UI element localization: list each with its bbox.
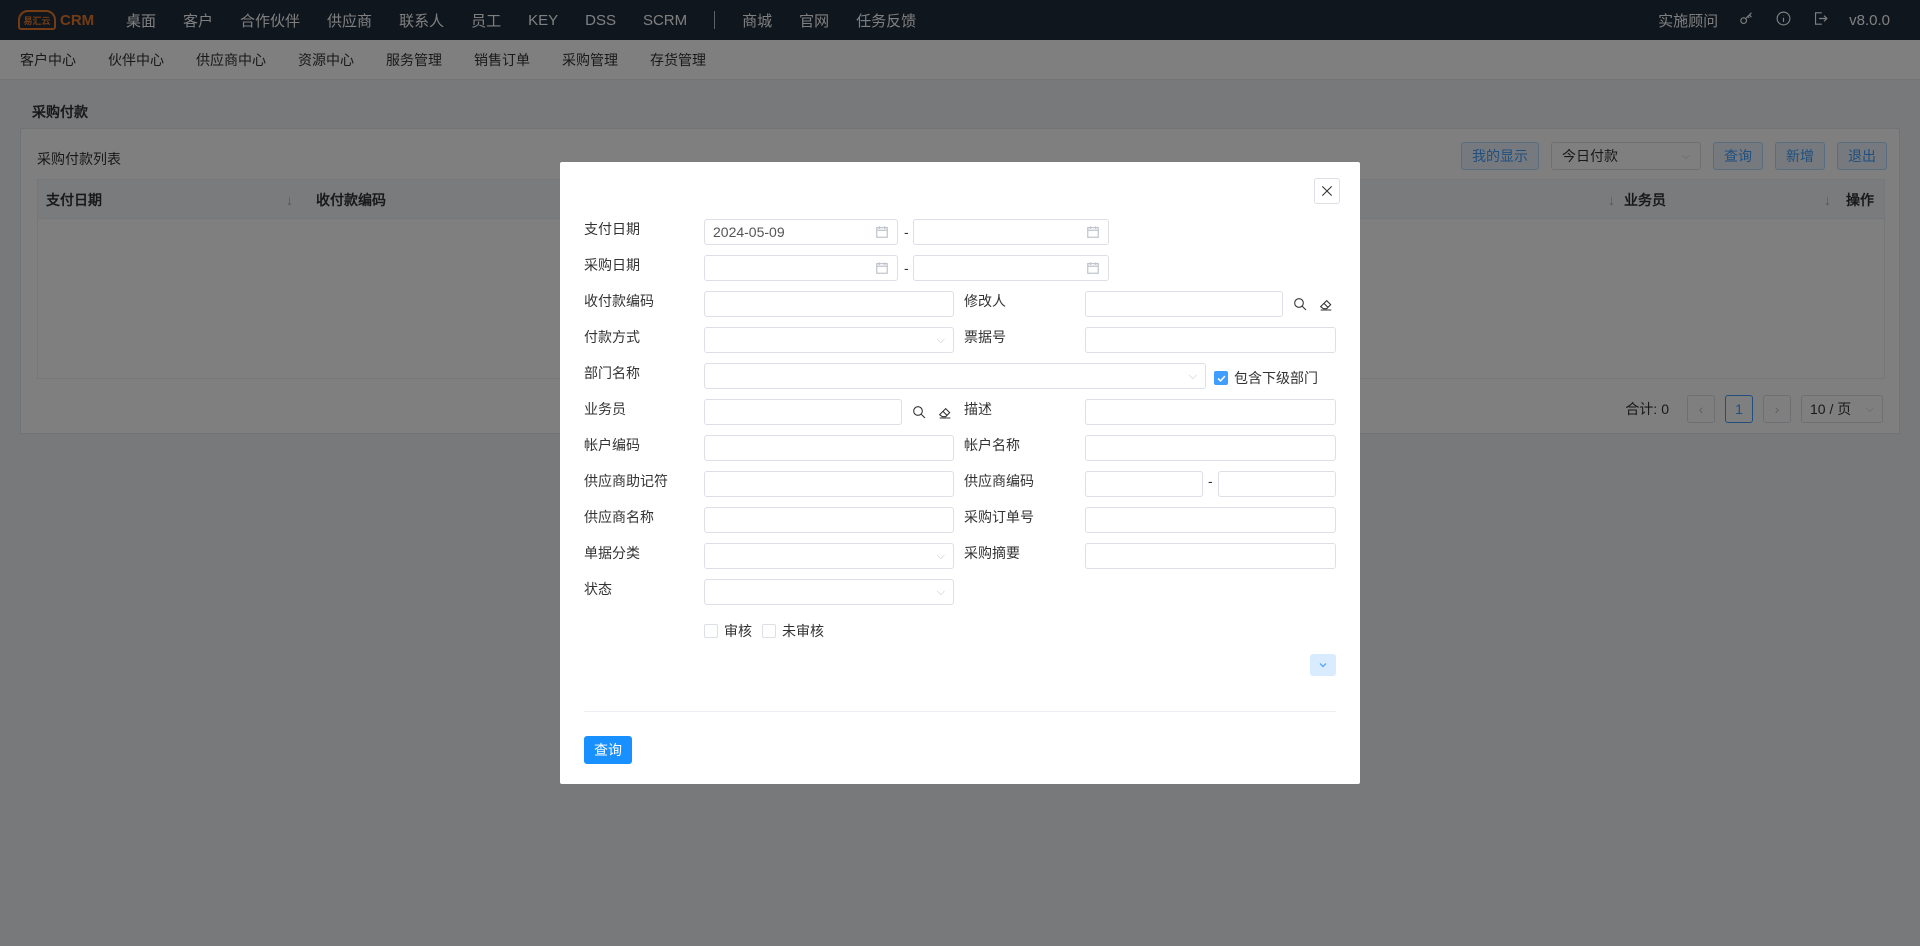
bill-category-label: 单据分类 (584, 545, 640, 561)
calendar-icon (876, 262, 888, 274)
purchase-date-label: 采购日期 (584, 257, 640, 273)
unaudited-label: 未审核 (782, 623, 824, 639)
supplier-name-input[interactable] (704, 507, 954, 533)
close-button[interactable] (1314, 178, 1340, 204)
supplier-code-from-input[interactable] (1085, 471, 1203, 497)
desc-input[interactable] (1085, 399, 1336, 425)
dialog-divider (584, 711, 1336, 712)
purchase-summary-input[interactable] (1085, 543, 1336, 569)
checkbox-unchecked[interactable] (762, 624, 776, 638)
supplier-mnemonic-label: 供应商助记符 (584, 473, 668, 489)
purchase-date-from-input[interactable] (704, 255, 898, 281)
po-no-label: 采购订单号 (964, 509, 1034, 525)
purchase-summary-label: 采购摘要 (964, 545, 1020, 561)
search-icon[interactable] (910, 403, 928, 421)
po-no-input[interactable] (1085, 507, 1336, 533)
salesman-input[interactable] (704, 399, 902, 425)
expand-button[interactable] (1310, 654, 1336, 676)
acct-name-label: 帐户名称 (964, 437, 1020, 453)
dept-select[interactable]: ⌵ (704, 363, 1206, 389)
bill-no-input[interactable] (1085, 327, 1336, 353)
salesman-label: 业务员 (584, 401, 626, 417)
code-input[interactable] (704, 291, 954, 317)
bill-category-select[interactable]: ⌵ (704, 543, 954, 569)
chevron-down-icon (1319, 663, 1327, 668)
acct-code-label: 帐户编码 (584, 437, 640, 453)
chevron-down-icon: ⌵ (936, 549, 945, 562)
chevron-down-icon: ⌵ (936, 333, 945, 346)
unaudited-checkbox[interactable]: 未审核 (762, 621, 824, 641)
audited-label: 审核 (724, 623, 752, 639)
date-range-separator: - (904, 224, 909, 240)
pay-method-select[interactable]: ⌵ (704, 327, 954, 353)
supplier-code-label: 供应商编码 (964, 473, 1034, 489)
purchase-date-to-input[interactable] (913, 255, 1109, 281)
pay-method-label: 付款方式 (584, 329, 640, 345)
code-range-separator: - (1208, 473, 1213, 489)
bill-no-label: 票据号 (964, 329, 1006, 345)
dialog-query-button[interactable]: 查询 (584, 736, 632, 764)
eraser-icon[interactable] (936, 403, 954, 421)
modifier-input[interactable] (1085, 291, 1283, 317)
pay-date-from-value: 2024-05-09 (713, 224, 785, 240)
audited-checkbox[interactable]: 审核 (704, 621, 752, 641)
date-range-separator: - (904, 260, 909, 276)
chevron-down-icon: ⌵ (936, 585, 945, 598)
close-icon (1321, 185, 1333, 197)
calendar-icon (1087, 226, 1099, 238)
supplier-mnemonic-input[interactable] (704, 471, 954, 497)
acct-name-input[interactable] (1085, 435, 1336, 461)
pay-date-from-input[interactable]: 2024-05-09 (704, 219, 898, 245)
checkbox-unchecked[interactable] (704, 624, 718, 638)
calendar-icon (1087, 262, 1099, 274)
pay-date-to-input[interactable] (913, 219, 1109, 245)
status-label: 状态 (584, 581, 612, 597)
chevron-down-icon: ⌵ (1188, 369, 1197, 382)
modifier-label: 修改人 (964, 293, 1006, 309)
include-sub-dept-label: 包含下级部门 (1234, 370, 1318, 386)
desc-label: 描述 (964, 401, 992, 417)
pay-date-label: 支付日期 (584, 221, 640, 237)
dept-label: 部门名称 (584, 365, 640, 381)
acct-code-input[interactable] (704, 435, 954, 461)
status-select[interactable]: ⌵ (704, 579, 954, 605)
search-icon[interactable] (1291, 295, 1309, 313)
include-sub-dept-checkbox[interactable]: 包含下级部门 (1214, 368, 1318, 388)
eraser-icon[interactable] (1317, 295, 1335, 313)
calendar-icon (876, 226, 888, 238)
search-dialog: 支付日期 2024-05-09 - 采购日期 - 收付款编码 修改人 付款方式 … (560, 162, 1360, 784)
checkbox-checked[interactable] (1214, 371, 1228, 385)
supplier-name-label: 供应商名称 (584, 509, 654, 525)
supplier-code-to-input[interactable] (1218, 471, 1336, 497)
code-label: 收付款编码 (584, 293, 654, 309)
